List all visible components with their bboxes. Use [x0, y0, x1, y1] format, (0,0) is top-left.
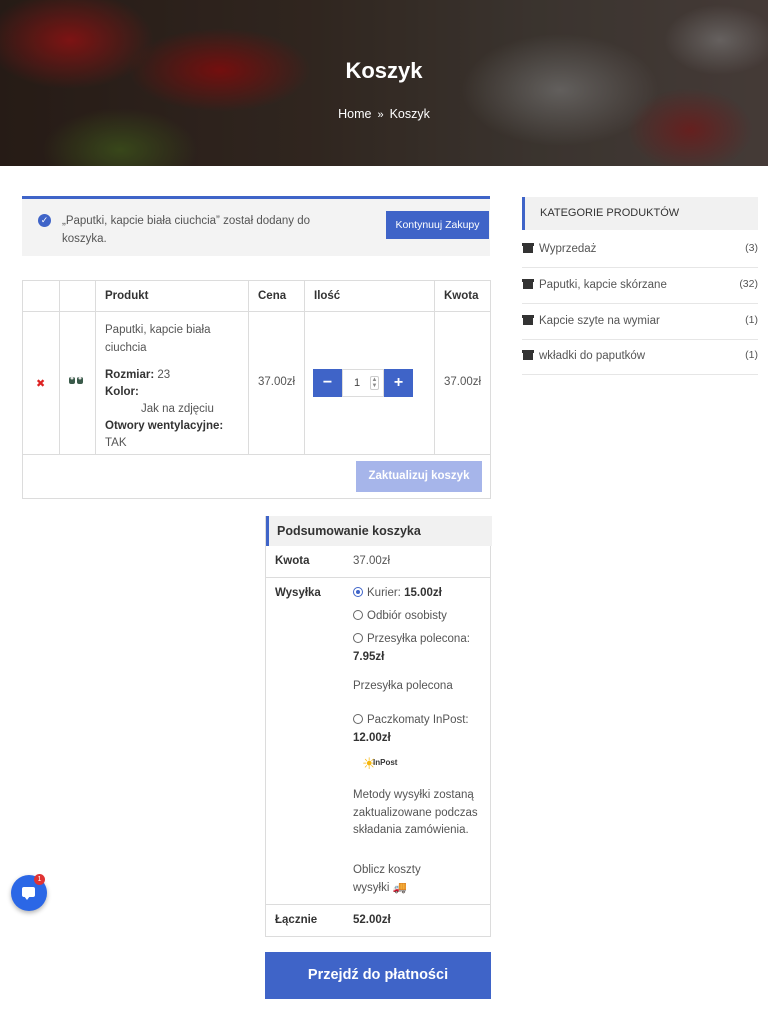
- total-label: Łącznie: [275, 914, 318, 926]
- subtotal-value: 37.00zł: [353, 555, 391, 567]
- chat-bubble-icon: [22, 887, 35, 900]
- size-value: 23: [157, 369, 171, 381]
- truck-icon: 🚚: [392, 881, 407, 894]
- category-label[interactable]: Kapcie szyte na wymiar: [539, 315, 660, 327]
- quantity-input[interactable]: 1 ▲ ▼: [342, 369, 384, 397]
- update-cart-button[interactable]: Zaktualizuj koszyk: [356, 461, 482, 492]
- inpost-logo: ☀ InPost: [362, 752, 404, 774]
- summary-divider: [266, 904, 490, 905]
- column-divider: [248, 281, 249, 454]
- vent-value: TAK: [105, 437, 127, 449]
- registered-price: 7.95zł: [353, 651, 385, 663]
- cart-notice: ✓ „Paputki, kapcie biała ciuchcia” zosta…: [22, 196, 490, 256]
- quantity-increase-button[interactable]: +: [384, 369, 413, 397]
- category-count: (1): [745, 314, 758, 326]
- archive-box-icon: [522, 315, 534, 325]
- pickup-label: Odbiór osobisty: [367, 610, 447, 622]
- radio-icon[interactable]: [353, 610, 363, 620]
- calculate-shipping-link[interactable]: Oblicz koszty wysyłki 🚚: [353, 862, 443, 897]
- continue-shopping-button[interactable]: Kontynuuj Zakupy: [386, 211, 489, 239]
- radio-selected-icon[interactable]: [353, 587, 363, 597]
- total-value: 52.00zł: [353, 914, 391, 926]
- cart-table: Produkt Cena Ilość Kwota ✖ Paputki, kapc…: [22, 280, 491, 499]
- notice-message: „Paputki, kapcie biała ciuchcia” został …: [62, 215, 311, 245]
- cart-table-header: Produkt Cena Ilość Kwota: [23, 281, 490, 312]
- shipping-option-registered[interactable]: Przesyłka polecona: 7.95zł: [353, 630, 485, 666]
- archive-box-icon: [522, 279, 534, 289]
- product-thumbnail[interactable]: [69, 374, 83, 386]
- column-divider: [95, 281, 96, 454]
- category-label[interactable]: wkładki do paputków: [539, 350, 645, 362]
- calculate-shipping-text: Oblicz koszty wysyłki: [353, 864, 421, 894]
- size-label: Rozmiar:: [105, 369, 155, 381]
- cart-summary: Podsumowanie koszyka Kwota 37.00zł Wysył…: [265, 516, 492, 937]
- quantity-value: 1: [354, 377, 361, 389]
- product-name-link[interactable]: Paputki, kapcie biała ciuchcia: [105, 321, 245, 357]
- inpost-label: Paczkomaty InPost:: [367, 714, 469, 726]
- check-circle-icon: ✓: [38, 214, 51, 227]
- header-quantity: Ilość: [314, 290, 341, 302]
- category-count: (1): [745, 349, 758, 361]
- column-divider: [59, 281, 60, 454]
- item-amount: 37.00zł: [444, 376, 482, 388]
- radio-icon[interactable]: [353, 714, 363, 724]
- courier-price: 15.00zł: [404, 587, 442, 599]
- vent-label: Otwory wentylacyjne:: [105, 420, 224, 432]
- category-label[interactable]: Wyprzedaż: [539, 243, 596, 255]
- radio-icon[interactable]: [353, 633, 363, 643]
- header-price: Cena: [258, 290, 287, 302]
- shipping-option-pickup[interactable]: Odbiór osobisty: [353, 607, 485, 625]
- item-price: 37.00zł: [258, 376, 296, 388]
- hero-banner: Koszyk Home » Koszyk: [0, 0, 768, 166]
- category-count: (3): [745, 242, 758, 254]
- product-meta: Rozmiar: 23 Kolor: Jak na zdjęciu Otwory…: [105, 367, 245, 452]
- breadcrumb-separator-icon: »: [377, 109, 384, 121]
- proceed-to-checkout-button[interactable]: Przejdź do płatności: [265, 952, 491, 999]
- remove-item-icon[interactable]: ✖: [36, 377, 45, 390]
- category-label[interactable]: Paputki, kapcie skórzane: [539, 279, 667, 291]
- chat-launcher-button[interactable]: 1: [11, 874, 47, 911]
- sidebar-category-item[interactable]: Wyprzedaż (3): [522, 232, 758, 268]
- sidebar-category-item[interactable]: Paputki, kapcie skórzane (32): [522, 268, 758, 304]
- summary-divider: [266, 577, 490, 578]
- archive-box-icon: [522, 350, 534, 360]
- summary-title: Podsumowanie koszyka: [266, 516, 492, 546]
- quantity-decrease-button[interactable]: −: [313, 369, 342, 397]
- color-value: Jak na zdjęciu: [141, 403, 214, 415]
- breadcrumb: Home » Koszyk: [0, 107, 768, 121]
- breadcrumb-current: Koszyk: [389, 107, 430, 121]
- registered-label: Przesyłka polecona:: [367, 633, 470, 645]
- sidebar-category-item[interactable]: Kapcie szyte na wymiar (1): [522, 304, 758, 340]
- shipping-option-courier[interactable]: Kurier: 15.00zł: [353, 584, 485, 602]
- inpost-logo-text: InPost: [373, 758, 398, 767]
- shipping-label: Wysyłka: [275, 587, 321, 599]
- sidebar-title: KATEGORIE PRODUKTÓW: [522, 197, 758, 230]
- unread-badge: 1: [34, 874, 45, 885]
- header-amount: Kwota: [444, 290, 479, 302]
- color-label: Kolor:: [105, 386, 139, 398]
- subtotal-label: Kwota: [275, 555, 310, 567]
- column-divider: [304, 281, 305, 454]
- shipping-note: Metody wysyłki zostaną zaktualizowane po…: [353, 789, 478, 836]
- row-divider: [23, 454, 490, 455]
- sidebar-category-item[interactable]: wkładki do paputków (1): [522, 339, 758, 375]
- spinner-icon[interactable]: ▲ ▼: [370, 376, 379, 390]
- archive-box-icon: [522, 243, 534, 253]
- header-product: Produkt: [105, 290, 149, 302]
- shipping-option-inpost[interactable]: Paczkomaty InPost: 12.00zł: [353, 711, 485, 747]
- category-count: (32): [739, 278, 758, 290]
- inpost-price: 12.00zł: [353, 732, 391, 744]
- courier-label: Kurier:: [367, 587, 401, 599]
- page-title: Koszyk: [345, 58, 423, 83]
- breadcrumb-home-link[interactable]: Home: [338, 107, 371, 121]
- column-divider: [434, 281, 435, 454]
- registered-description: Przesyłka polecona: [353, 680, 453, 692]
